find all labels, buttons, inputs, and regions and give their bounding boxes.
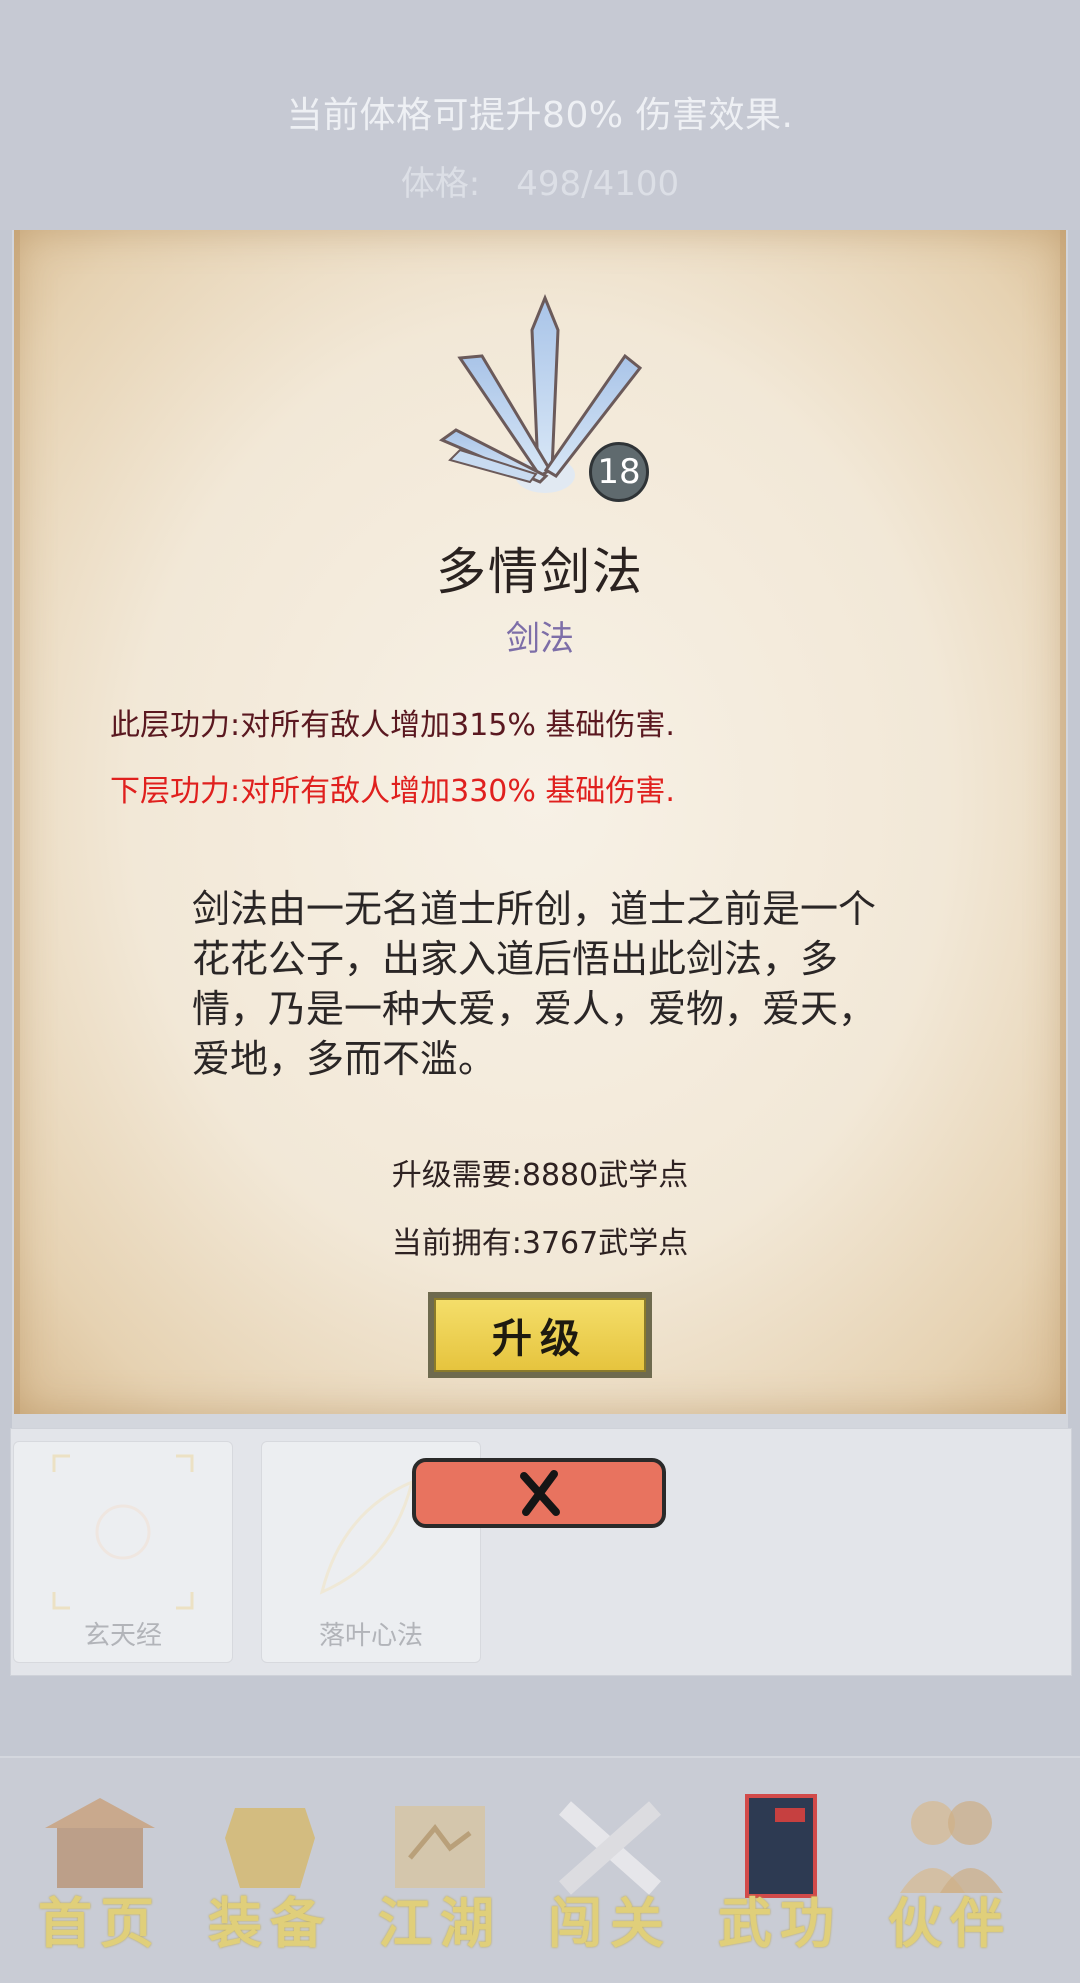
skill-card-label: 玄天经	[83, 1621, 162, 1651]
nav-label: 武功	[718, 1891, 842, 1955]
nav-label: 装备	[208, 1891, 332, 1955]
skill-type: 剑法	[506, 619, 574, 659]
constitution-stat: 体格: 498/4100	[0, 156, 1080, 205]
nav-jianghu[interactable]: 江湖	[365, 1788, 515, 1958]
nav-label: 闯关	[548, 1891, 672, 1955]
nav-label: 伙伴	[888, 1891, 1012, 1955]
current-points: 当前拥有:3767武学点	[391, 1226, 689, 1261]
nav-challenge[interactable]: 闯关	[535, 1788, 685, 1958]
constitution-hint: 当前体格可提升80% 伤害效果.	[286, 95, 794, 136]
upgrade-button[interactable]: 升级	[428, 1292, 652, 1378]
nav-martial-arts[interactable]: 武功	[705, 1788, 855, 1958]
constitution-info: 当前体格可提升80% 伤害效果. 体格: 498/4100	[0, 0, 1080, 230]
nav-label: 首页	[38, 1891, 162, 1955]
bottom-navigation: 首页 装备 江湖 闯关 武功 伙伴	[0, 1756, 1080, 1983]
nav-companions[interactable]: 伙伴	[875, 1788, 1025, 1958]
upgrade-button-label: 升级	[434, 1298, 646, 1372]
skill-card-xuantianjing[interactable]: 玄天经	[13, 1441, 233, 1663]
nav-equipment[interactable]: 装备	[195, 1788, 345, 1958]
constitution-value: 498/4100	[516, 164, 680, 204]
constitution-label: 体格:	[400, 164, 481, 204]
close-button[interactable]	[412, 1458, 666, 1528]
nav-label: 江湖	[378, 1891, 502, 1955]
effect-next-layer: 下层功力:对所有敌人增加330% 基础伤害.	[110, 774, 675, 809]
skill-card-label: 落叶心法	[318, 1621, 423, 1651]
scroll-corner-icon	[52, 1454, 194, 1610]
nav-home[interactable]: 首页	[25, 1788, 175, 1958]
effect-current-layer: 此层功力:对所有敌人增加315% 基础伤害.	[110, 708, 675, 743]
close-icon	[520, 1470, 560, 1516]
skill-name: 多情剑法	[436, 543, 644, 601]
upgrade-cost: 升级需要:8880武学点	[391, 1158, 689, 1193]
skill-level-badge: 18	[589, 442, 649, 502]
skill-description: 剑法由一无名道士所创，道士之前是一个花花公子，出家入道后悟出此剑法，多情，乃是一…	[192, 887, 877, 1081]
